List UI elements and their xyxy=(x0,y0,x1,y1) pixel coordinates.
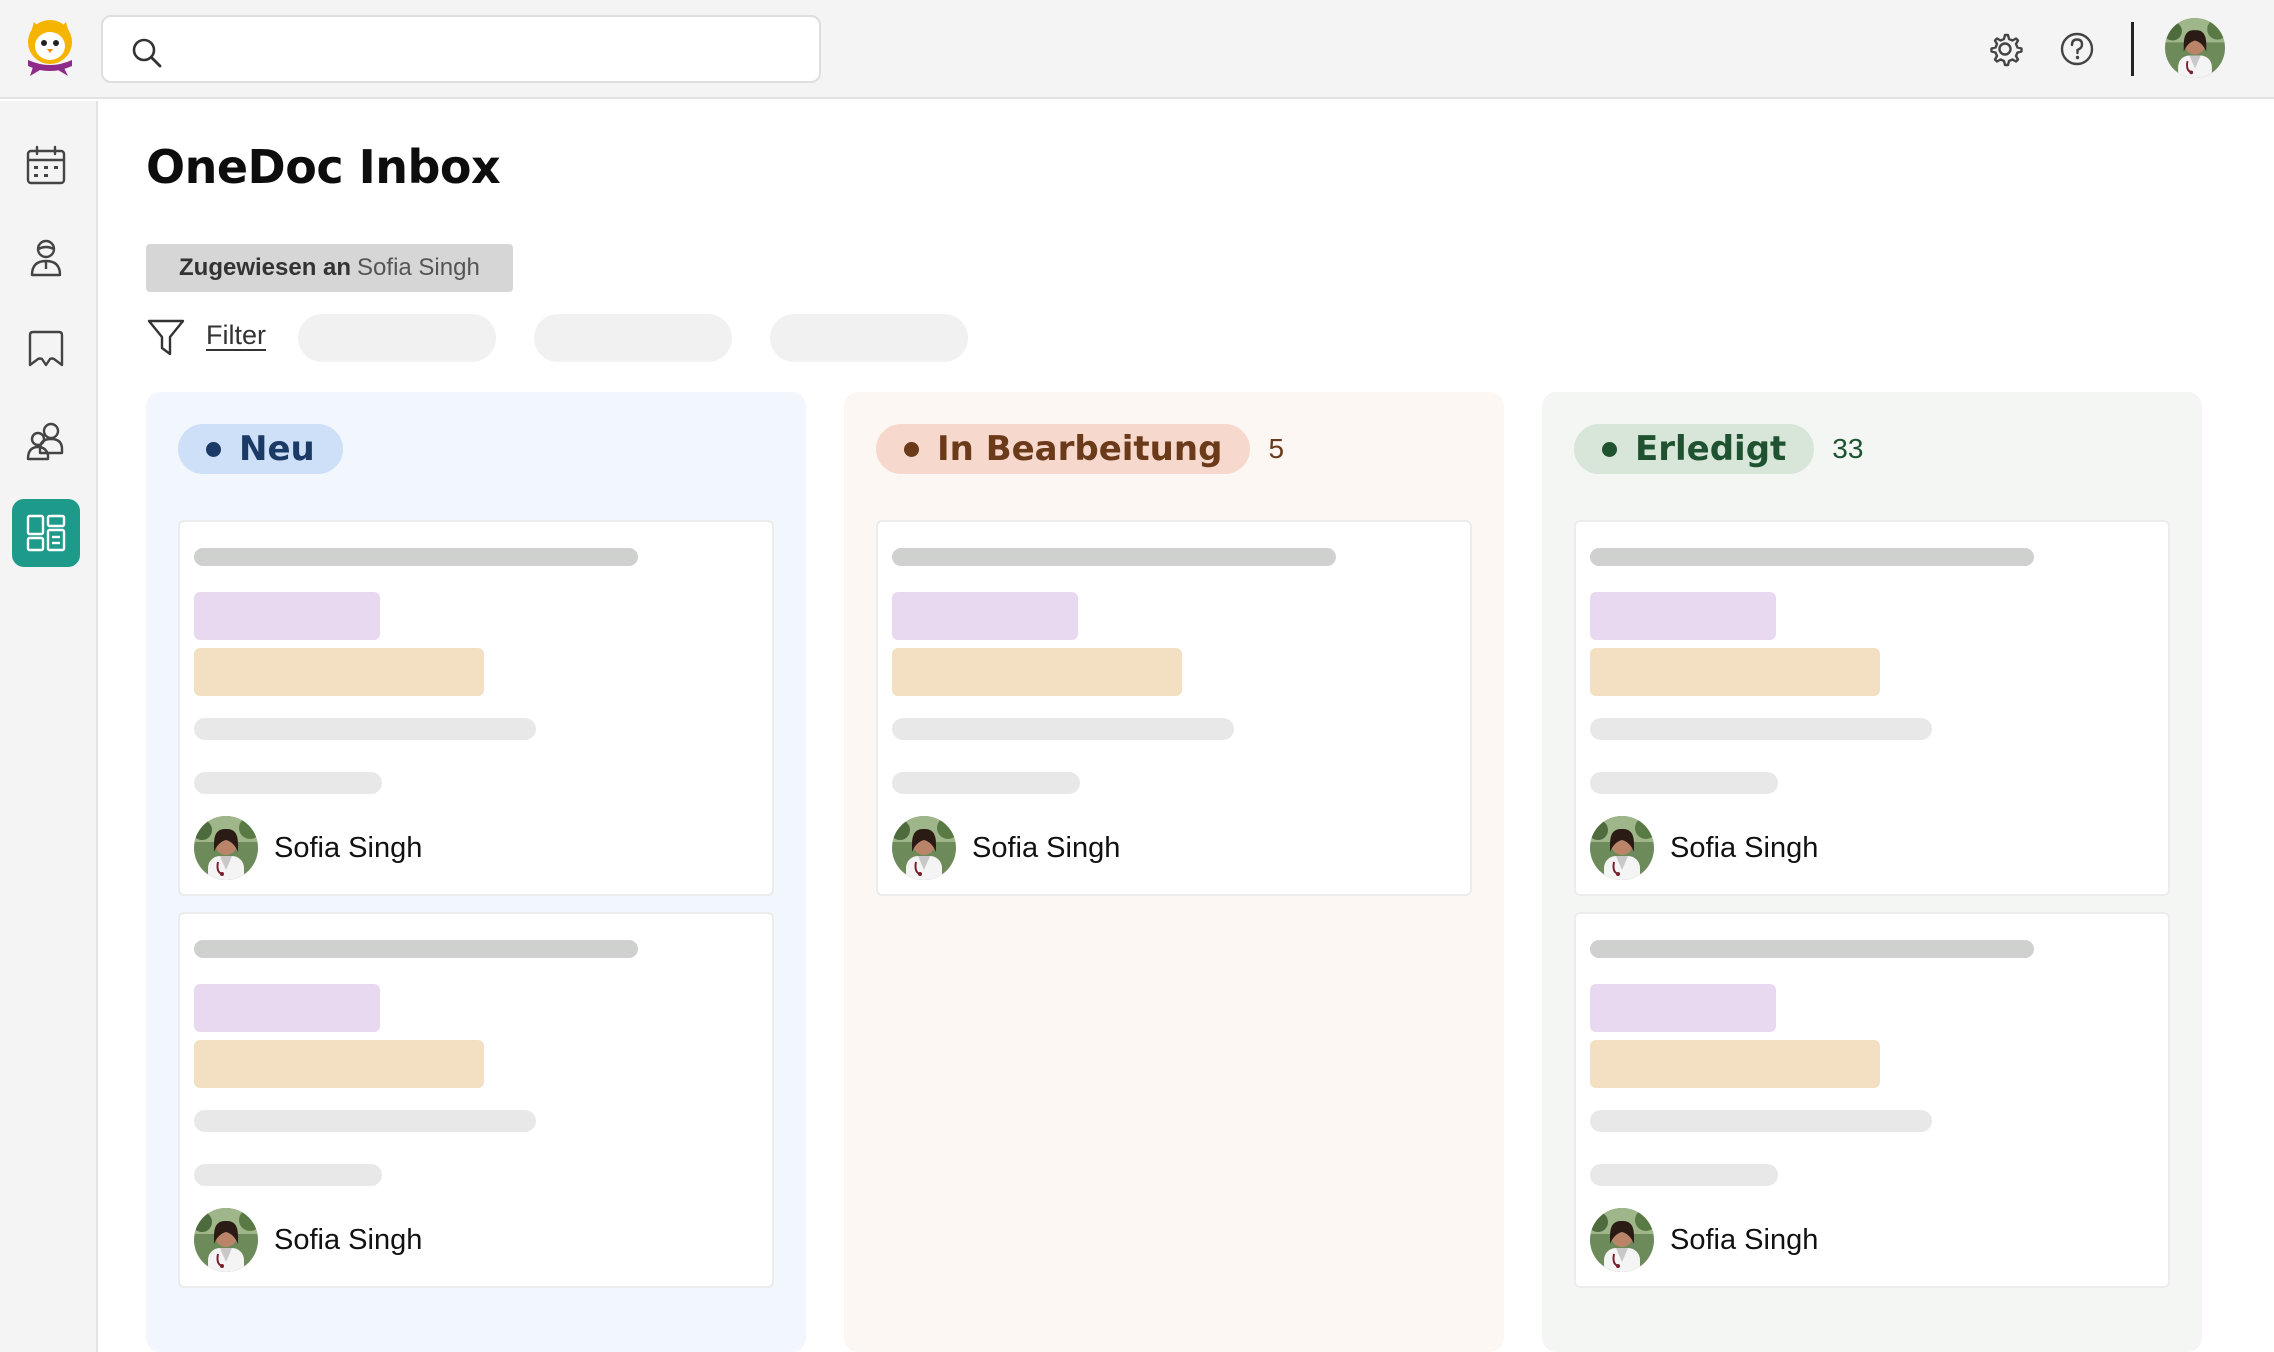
status-dot xyxy=(904,441,919,457)
skeleton-line xyxy=(1590,1110,1932,1132)
app-logo[interactable] xyxy=(18,18,82,78)
chip-prefix: Zugewiesen an xyxy=(179,254,352,281)
sidebar-item-board[interactable] xyxy=(12,499,80,567)
column-in-bearbeitung: In Bearbeitung 5 Sofia Singh xyxy=(844,392,1504,1352)
skeleton-line xyxy=(892,772,1080,794)
status-badge-erledigt: Erledigt xyxy=(1574,424,1815,474)
skeleton-tag xyxy=(892,648,1182,696)
column-header: In Bearbeitung 5 xyxy=(876,424,1284,474)
column-neu: Neu Sofia Singh Sofia Singh xyxy=(146,392,806,1352)
task-card[interactable]: Sofia Singh xyxy=(178,520,774,896)
avatar xyxy=(194,1208,258,1272)
assignee-name: Sofia Singh xyxy=(1670,1223,1819,1256)
filter-pill-placeholder[interactable] xyxy=(298,314,496,362)
skeleton-tag xyxy=(194,592,380,640)
column-label: Erledigt xyxy=(1635,429,1787,469)
filter-pill-placeholder[interactable] xyxy=(770,314,968,362)
filter-pill-placeholder[interactable] xyxy=(534,314,732,362)
sidebar-item-patients[interactable] xyxy=(12,223,80,291)
skeleton-line xyxy=(1590,772,1778,794)
column-erledigt: Erledigt 33 Sofia Singh Sofia Singh xyxy=(1542,392,2202,1352)
skeleton-tag xyxy=(1590,648,1880,696)
header-divider xyxy=(2131,22,2134,76)
assignee-name: Sofia Singh xyxy=(972,831,1121,864)
task-card[interactable]: Sofia Singh xyxy=(1574,912,2170,1288)
user-avatar[interactable] xyxy=(2165,18,2225,78)
search-input[interactable] xyxy=(101,15,821,83)
card-assignee: Sofia Singh xyxy=(892,816,1120,880)
sidebar-item-calendar[interactable] xyxy=(12,131,80,199)
task-card[interactable]: Sofia Singh xyxy=(178,912,774,1288)
messages-icon xyxy=(28,330,64,367)
help-icon[interactable] xyxy=(2052,24,2102,74)
skeleton-tag xyxy=(1590,984,1776,1032)
column-count: 33 xyxy=(1832,433,1864,464)
skeleton-line xyxy=(1590,548,2034,566)
assignee-name: Sofia Singh xyxy=(274,1223,423,1256)
calendar-icon xyxy=(26,145,66,185)
board-icon xyxy=(26,514,66,552)
assigned-filter-chip[interactable]: Zugewiesen an Sofia Singh xyxy=(146,244,513,292)
top-bar xyxy=(0,0,2274,99)
skeleton-line xyxy=(1590,1164,1778,1186)
skeleton-tag xyxy=(1590,1040,1880,1088)
task-card[interactable]: Sofia Singh xyxy=(1574,520,2170,896)
skeleton-tag xyxy=(194,984,380,1032)
team-icon xyxy=(26,422,64,461)
skeleton-line xyxy=(194,772,382,794)
avatar xyxy=(194,816,258,880)
task-card[interactable]: Sofia Singh xyxy=(876,520,1472,896)
filter-icon[interactable] xyxy=(146,316,186,358)
status-badge-in-bearbeitung: In Bearbeitung xyxy=(876,424,1251,474)
avatar xyxy=(1590,816,1654,880)
skeleton-line xyxy=(194,718,536,740)
skeleton-tag xyxy=(892,592,1078,640)
skeleton-tag xyxy=(194,648,484,696)
sidebar-item-messages[interactable] xyxy=(12,315,80,383)
skeleton-line xyxy=(892,548,1336,566)
status-dot xyxy=(1602,441,1617,457)
sidebar-item-team[interactable] xyxy=(12,407,80,475)
skeleton-line xyxy=(194,1110,536,1132)
skeleton-line xyxy=(194,1164,382,1186)
column-header: Erledigt 33 xyxy=(1574,424,1863,474)
assignee-name: Sofia Singh xyxy=(1670,831,1819,864)
card-assignee: Sofia Singh xyxy=(194,816,422,880)
skeleton-line xyxy=(1590,718,1932,740)
column-count: 5 xyxy=(1268,433,1285,464)
avatar xyxy=(892,816,956,880)
skeleton-line xyxy=(1590,940,2034,958)
assignee-name: Sofia Singh xyxy=(274,831,423,864)
sidebar xyxy=(0,101,98,1352)
card-assignee: Sofia Singh xyxy=(1590,1208,1818,1272)
status-badge-neu: Neu xyxy=(178,424,343,474)
skeleton-line xyxy=(892,718,1234,740)
chip-value: Sofia Singh xyxy=(357,254,480,281)
filter-link[interactable]: Filter xyxy=(206,320,266,351)
search-icon xyxy=(132,38,162,68)
status-dot xyxy=(206,441,221,457)
skeleton-line xyxy=(194,940,638,958)
skeleton-line xyxy=(194,548,638,566)
skeleton-tag xyxy=(194,1040,484,1088)
column-header: Neu xyxy=(178,424,343,474)
column-label: In Bearbeitung xyxy=(937,429,1223,469)
page-title: OneDoc Inbox xyxy=(146,140,501,194)
card-assignee: Sofia Singh xyxy=(194,1208,422,1272)
card-assignee: Sofia Singh xyxy=(1590,816,1818,880)
column-label: Neu xyxy=(239,429,315,469)
avatar xyxy=(1590,1208,1654,1272)
skeleton-tag xyxy=(1590,592,1776,640)
patient-icon xyxy=(30,239,62,277)
gear-icon[interactable] xyxy=(1980,24,2030,74)
